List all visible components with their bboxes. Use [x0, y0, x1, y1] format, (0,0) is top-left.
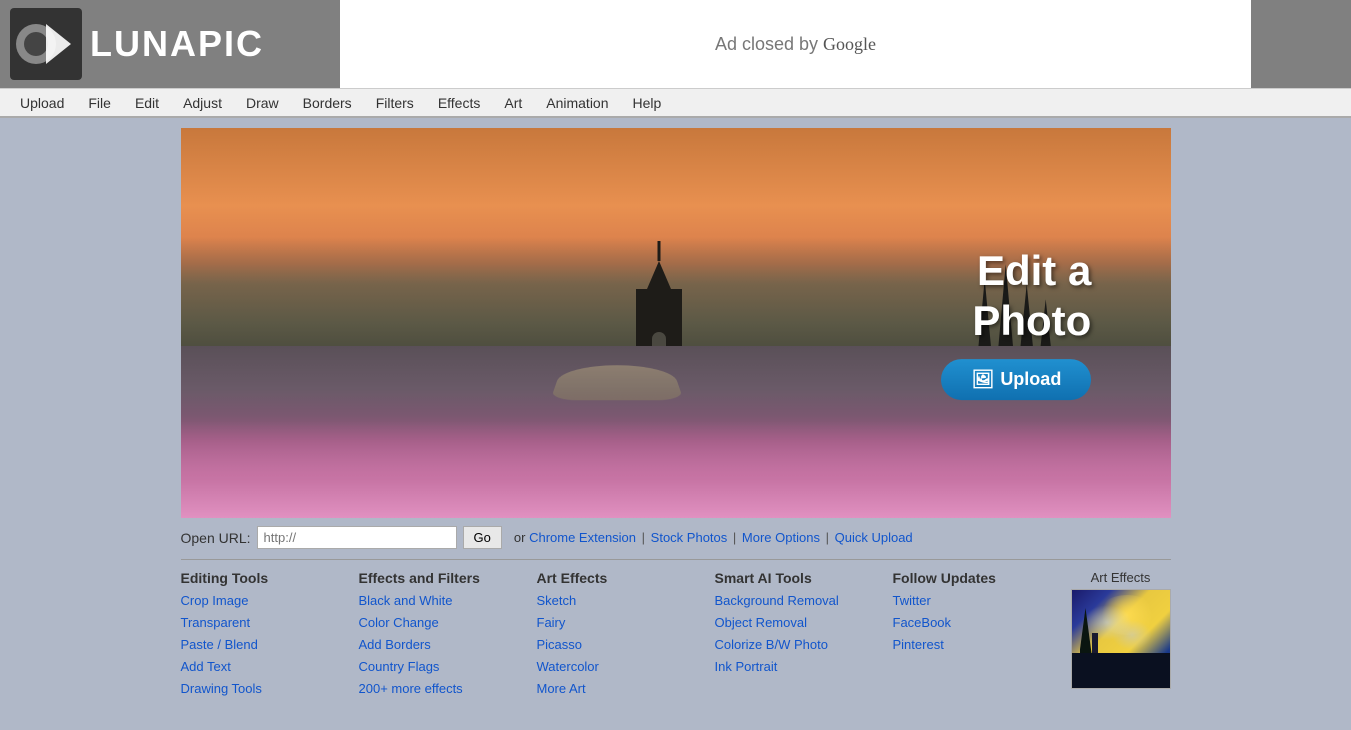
effects-filters-link[interactable]: Color Change [359, 612, 517, 634]
url-input[interactable] [257, 526, 457, 549]
effects-filters-title: Effects and Filters [359, 570, 517, 586]
footer-smart-ai: Smart AI Tools Background RemovalObject … [715, 570, 873, 678]
nav-item-upload[interactable]: Upload [8, 91, 76, 115]
footer-art-effects: Art Effects SketchFairyPicassoWatercolor… [537, 570, 695, 700]
footer-effects-filters: Effects and Filters Black and WhiteColor… [359, 570, 517, 700]
editing-tools-link[interactable]: Drawing Tools [181, 678, 339, 700]
follow-title: Follow Updates [893, 570, 1051, 586]
main-content: Edit a Photo 🖼Upload Open URL: Go or Chr… [0, 118, 1351, 730]
nav-item-filters[interactable]: Filters [364, 91, 426, 115]
art-effects-col-link[interactable]: Fairy [537, 612, 695, 634]
chrome-extension-link[interactable]: Chrome Extension [529, 530, 636, 545]
logo-text: LUNAPIC [90, 23, 264, 65]
upload-icon: 🖼 [971, 369, 994, 389]
art-effects-col-link[interactable]: Picasso [537, 634, 695, 656]
navbar: UploadFileEditAdjustDrawBordersFiltersEf… [0, 88, 1351, 118]
ad-closed-text: Ad closed by Google [715, 34, 876, 55]
effects-filters-link[interactable]: 200+ more effects [359, 678, 517, 700]
divider [181, 559, 1171, 560]
art-effects-image [1071, 589, 1171, 689]
go-button[interactable]: Go [463, 526, 502, 549]
nav-item-draw[interactable]: Draw [234, 91, 291, 115]
hero-text: Edit a Photo 🖼Upload [941, 246, 1091, 400]
header: LUNAPIC Ad closed by Google [0, 0, 1351, 88]
smart-ai-link[interactable]: Colorize B/W Photo [715, 634, 873, 656]
nav-item-adjust[interactable]: Adjust [171, 91, 234, 115]
nav-item-file[interactable]: File [76, 91, 123, 115]
editing-tools-link[interactable]: Crop Image [181, 590, 339, 612]
art-effects-col-link[interactable]: Sketch [537, 590, 695, 612]
effects-filters-link[interactable]: Black and White [359, 590, 517, 612]
effects-filters-link[interactable]: Country Flags [359, 656, 517, 678]
nav-item-animation[interactable]: Animation [534, 91, 620, 115]
nav-item-edit[interactable]: Edit [123, 91, 171, 115]
art-effects-col-link[interactable]: More Art [537, 678, 695, 700]
effects-filters-link[interactable]: Add Borders [359, 634, 517, 656]
nav-item-borders[interactable]: Borders [291, 91, 364, 115]
follow-link[interactable]: Pinterest [893, 634, 1051, 656]
url-links: or Chrome Extension | Stock Photos | Mor… [514, 530, 913, 545]
more-options-link[interactable]: More Options [742, 530, 820, 545]
smart-ai-link[interactable]: Ink Portrait [715, 656, 873, 678]
editing-tools-link[interactable]: Transparent [181, 612, 339, 634]
header-right-gray [1251, 0, 1351, 88]
nav-item-effects[interactable]: Effects [426, 91, 493, 115]
follow-link[interactable]: Twitter [893, 590, 1051, 612]
hero-container: Edit a Photo 🖼Upload [181, 128, 1171, 518]
follow-link[interactable]: FaceBook [893, 612, 1051, 634]
open-url-label: Open URL: [181, 530, 251, 546]
logo-area: LUNAPIC [0, 0, 340, 88]
editing-tools-title: Editing Tools [181, 570, 339, 586]
smart-ai-link[interactable]: Object Removal [715, 612, 873, 634]
url-bar: Open URL: Go or Chrome Extension | Stock… [181, 518, 1171, 557]
smart-ai-title: Smart AI Tools [715, 570, 873, 586]
ad-banner: Ad closed by Google [340, 0, 1251, 88]
footer-follow: Follow Updates TwitterFaceBookPinterest [893, 570, 1051, 656]
nav-item-help[interactable]: Help [621, 91, 674, 115]
art-effects-thumbnail-section: Art Effects [1071, 570, 1171, 689]
editing-tools-link[interactable]: Add Text [181, 656, 339, 678]
nav-item-art[interactable]: Art [492, 91, 534, 115]
footer-columns: Editing Tools Crop ImageTransparentPaste… [181, 570, 1171, 720]
stock-photos-link[interactable]: Stock Photos [651, 530, 728, 545]
hero-title: Edit a Photo [941, 246, 1091, 347]
art-thumb-title: Art Effects [1091, 570, 1151, 585]
logo-icon [10, 8, 82, 80]
hero-upload-button[interactable]: 🖼Upload [941, 359, 1091, 400]
editing-tools-link[interactable]: Paste / Blend [181, 634, 339, 656]
art-effects-title: Art Effects [537, 570, 695, 586]
footer-editing-tools: Editing Tools Crop ImageTransparentPaste… [181, 570, 339, 700]
quick-upload-link[interactable]: Quick Upload [835, 530, 913, 545]
art-effects-col-link[interactable]: Watercolor [537, 656, 695, 678]
smart-ai-link[interactable]: Background Removal [715, 590, 873, 612]
